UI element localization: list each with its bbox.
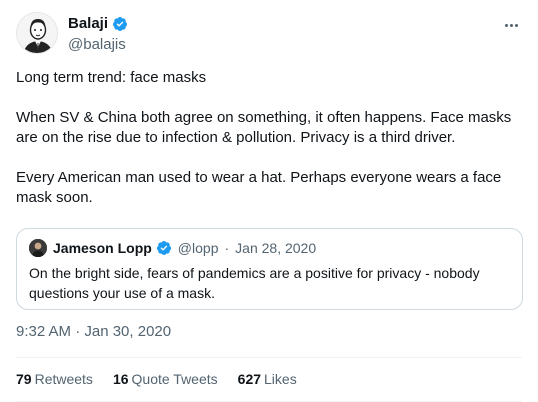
quote-tweets-stat[interactable]: 16 Quote Tweets (113, 370, 218, 388)
author-display-name[interactable]: Balaji (68, 14, 108, 34)
quoted-author-name: Jameson Lopp (53, 240, 152, 256)
quote-tweets-count: 16 (112, 371, 129, 387)
tweet-paragraph: Every American man used to wear a hat. P… (16, 169, 502, 206)
tweet-timestamp[interactable]: 9:32 AM · Jan 30, 2020 (16, 322, 171, 342)
likes-stat[interactable]: 627 Likes (238, 370, 297, 388)
author-name-row: Balaji (68, 14, 128, 34)
tweet-header: Balaji @balajis (16, 12, 522, 58)
quoted-author-handle: @lopp (177, 240, 219, 256)
divider (16, 357, 522, 358)
tweet-paragraph: When SV & China both agree on something,… (16, 109, 512, 146)
quoted-tweet-text: On the bright side, fears of pandemics a… (29, 265, 480, 301)
author-names: Balaji @balajis (68, 14, 128, 55)
avatar-illustration (17, 13, 57, 53)
retweets-label: Retweets (34, 371, 93, 387)
retweets-stat[interactable]: 79 Retweets (16, 370, 93, 388)
quoted-separator: · (224, 240, 230, 256)
more-icon[interactable] (500, 16, 522, 34)
verified-badge-icon (156, 240, 172, 256)
tweet: Balaji @balajis Long term trend: face ma… (0, 0, 538, 402)
likes-count: 627 (237, 371, 262, 387)
quoted-tweet-header: Jameson Lopp @lopp · Jan 28, 2020 (29, 239, 316, 257)
likes-label: Likes (264, 371, 297, 387)
quote-tweets-label: Quote Tweets (131, 371, 218, 387)
tweet-paragraph: Long term trend: face masks (16, 69, 207, 86)
verified-badge-icon (112, 16, 128, 32)
author-handle[interactable]: @balajis (68, 35, 128, 55)
tweet-body: Long term trend: face masks When SV & Ch… (16, 68, 522, 208)
more-dot (509, 23, 513, 27)
quoted-date: Jan 28, 2020 (235, 240, 317, 256)
quoted-author-avatar (29, 239, 47, 257)
author-avatar[interactable] (16, 12, 58, 54)
more-dot (514, 23, 518, 27)
more-dot (504, 23, 508, 27)
retweets-count: 79 (16, 371, 32, 387)
quoted-tweet[interactable]: Jameson Lopp @lopp · Jan 28, 2020 On the… (16, 228, 523, 310)
tweet-stats: 79 Retweets 16 Quote Tweets 627 Likes (16, 370, 297, 388)
